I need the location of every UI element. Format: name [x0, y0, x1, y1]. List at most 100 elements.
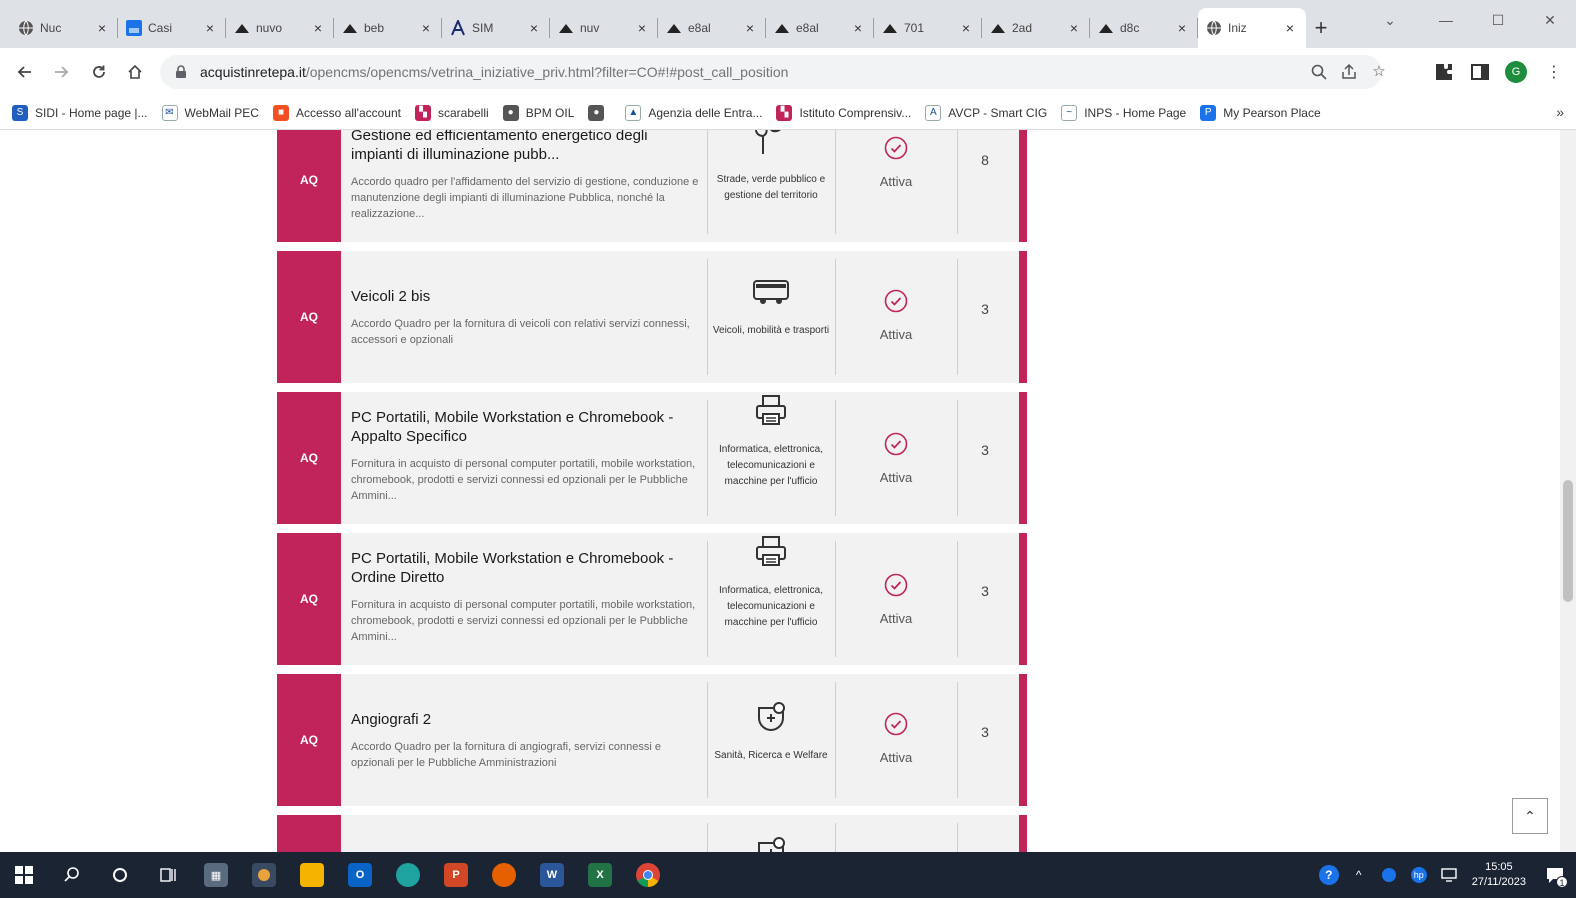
new-tab-button[interactable]: +	[1306, 8, 1336, 48]
browser-tab[interactable]: nuvo ×	[226, 8, 334, 48]
extensions-icon[interactable]	[1432, 60, 1456, 84]
browser-tab[interactable]: Casi ×	[118, 8, 226, 48]
close-icon[interactable]: ×	[526, 20, 542, 36]
bookmark-item[interactable]: A AVCP - Smart CIG	[925, 104, 1047, 121]
browser-tab[interactable]: nuv ×	[550, 8, 658, 48]
cortana-button[interactable]	[96, 852, 144, 898]
share-icon[interactable]	[1340, 63, 1358, 81]
close-icon[interactable]: ×	[1174, 20, 1190, 36]
close-icon[interactable]: ×	[94, 20, 110, 36]
browser-tab[interactable]: 701 ×	[874, 8, 982, 48]
close-window-button[interactable]: ✕	[1524, 0, 1576, 40]
initiative-card[interactable]	[277, 815, 1027, 852]
tab-active[interactable]: Iniz ×	[1198, 8, 1306, 48]
initiative-card[interactable]: AQ PC Portatili, Mobile Workstation e Ch…	[277, 533, 1027, 665]
close-icon[interactable]: ×	[1282, 20, 1298, 36]
outlook-icon: O	[348, 863, 372, 887]
taskbar-calculator[interactable]: ▦	[192, 852, 240, 898]
initiative-title[interactable]: PC Portatili, Mobile Workstation e Chrom…	[351, 549, 701, 587]
bookmark-label: Agenzia delle Entra...	[648, 105, 763, 120]
bookmark-star-icon[interactable]: ☆	[1370, 63, 1388, 81]
antivirus-icon[interactable]	[1378, 864, 1400, 886]
column-divider	[835, 130, 836, 234]
initiative-title[interactable]: Veicoli 2 bis	[351, 287, 701, 306]
browser-tab[interactable]: beb ×	[334, 8, 442, 48]
column-divider	[957, 541, 958, 657]
tab-search-dropdown[interactable]: ⌄	[1364, 0, 1416, 40]
initiative-title[interactable]: Angiografi 2	[351, 710, 701, 729]
initiative-card[interactable]: AQ PC Portatili, Mobile Workstation e Ch…	[277, 392, 1027, 524]
bookmark-item[interactable]: ● BPM OIL	[502, 104, 574, 121]
reload-button[interactable]	[82, 55, 116, 89]
maximize-button[interactable]: ☐	[1472, 0, 1524, 40]
close-icon[interactable]: ×	[202, 20, 218, 36]
taskbar-powerpoint[interactable]: P	[432, 852, 480, 898]
help-icon[interactable]: ?	[1318, 864, 1340, 886]
printer-icon	[711, 535, 831, 573]
side-panel-icon[interactable]	[1468, 60, 1492, 84]
taskbar-firefox[interactable]	[480, 852, 528, 898]
back-button[interactable]	[8, 55, 42, 89]
column-divider	[957, 400, 958, 516]
back-to-top-button[interactable]: ⌃	[1512, 798, 1548, 834]
zoom-icon[interactable]	[1310, 63, 1328, 81]
chevron-up-icon[interactable]: ^	[1348, 864, 1370, 886]
taskbar-excel[interactable]: X	[576, 852, 624, 898]
bookmark-item[interactable]: ▲ Agenzia delle Entra...	[625, 104, 763, 121]
initiative-title[interactable]: Gestione ed efficientamento energetico d…	[351, 130, 701, 164]
scrollbar-thumb[interactable]	[1563, 480, 1573, 602]
bookmark-item[interactable]: ▚ scarabelli	[414, 104, 489, 121]
vertical-scrollbar[interactable]	[1560, 130, 1576, 852]
tab-title: SIM	[472, 21, 494, 35]
menu-kebab-icon[interactable]: ⋮	[1542, 60, 1566, 84]
bookmark-item[interactable]: P My Pearson Place	[1200, 104, 1321, 121]
browser-tab[interactable]: d8c ×	[1090, 8, 1198, 48]
address-bar[interactable]: acquistinretepa.it/opencms/opencms/vetri…	[160, 55, 1386, 89]
initiative-card[interactable]: AQ Angiografi 2 Accordo Quadro per la fo…	[277, 674, 1027, 806]
column-divider	[707, 400, 708, 516]
bookmark-item[interactable]: ~ INPS - Home Page	[1061, 104, 1186, 121]
browser-tab[interactable]: SIM ×	[442, 8, 550, 48]
close-icon[interactable]: ×	[418, 20, 434, 36]
browser-tab[interactable]: 2ad ×	[982, 8, 1090, 48]
folder-icon	[300, 863, 324, 887]
minimize-button[interactable]: —	[1420, 0, 1472, 40]
forward-button[interactable]	[44, 55, 78, 89]
bookmark-item[interactable]: ●	[588, 104, 611, 121]
close-icon[interactable]: ×	[634, 20, 650, 36]
browser-tab[interactable]: e8al ×	[766, 8, 874, 48]
hp-icon[interactable]: hp	[1408, 864, 1430, 886]
task-view-button[interactable]	[144, 852, 192, 898]
profile-avatar[interactable]: G	[1504, 60, 1528, 84]
bookmark-item[interactable]: ✉ WebMail PEC	[161, 104, 259, 121]
close-icon[interactable]: ×	[850, 20, 866, 36]
browser-tab[interactable]: Nuc ×	[10, 8, 118, 48]
taskbar-word[interactable]: W	[528, 852, 576, 898]
bookmark-item[interactable]: ▚ Istituto Comprensiv...	[776, 104, 911, 121]
column-divider	[707, 130, 708, 234]
initiative-card[interactable]: AQ Gestione ed efficientamento energetic…	[277, 130, 1027, 242]
close-icon[interactable]: ×	[958, 20, 974, 36]
bookmark-item[interactable]: S SIDI - Home page |...	[12, 104, 148, 121]
browser-tab[interactable]: e8al ×	[658, 8, 766, 48]
bookmarks-overflow-button[interactable]: »	[1556, 104, 1564, 120]
taskbar-outlook[interactable]: O	[336, 852, 384, 898]
network-icon[interactable]	[1438, 864, 1460, 886]
bookmark-item[interactable]: ■ Accesso all'account	[272, 104, 401, 121]
notification-center-icon[interactable]: 1	[1544, 864, 1568, 888]
search-button[interactable]	[48, 852, 96, 898]
taskbar-file-explorer[interactable]	[288, 852, 336, 898]
taskbar-edge[interactable]	[384, 852, 432, 898]
initiative-category	[711, 835, 831, 852]
start-button[interactable]	[0, 852, 48, 898]
initiative-title[interactable]: PC Portatili, Mobile Workstation e Chrom…	[351, 408, 701, 446]
system-clock[interactable]: 15:05 27/11/2023	[1472, 860, 1526, 890]
close-icon[interactable]: ×	[742, 20, 758, 36]
taskbar-app-red[interactable]	[240, 852, 288, 898]
home-button[interactable]	[118, 55, 152, 89]
taskbar-chrome[interactable]	[624, 852, 672, 898]
tree-icon	[711, 130, 831, 162]
initiative-card[interactable]: AQ Veicoli 2 bis Accordo Quadro per la f…	[277, 251, 1027, 383]
close-icon[interactable]: ×	[1066, 20, 1082, 36]
close-icon[interactable]: ×	[310, 20, 326, 36]
